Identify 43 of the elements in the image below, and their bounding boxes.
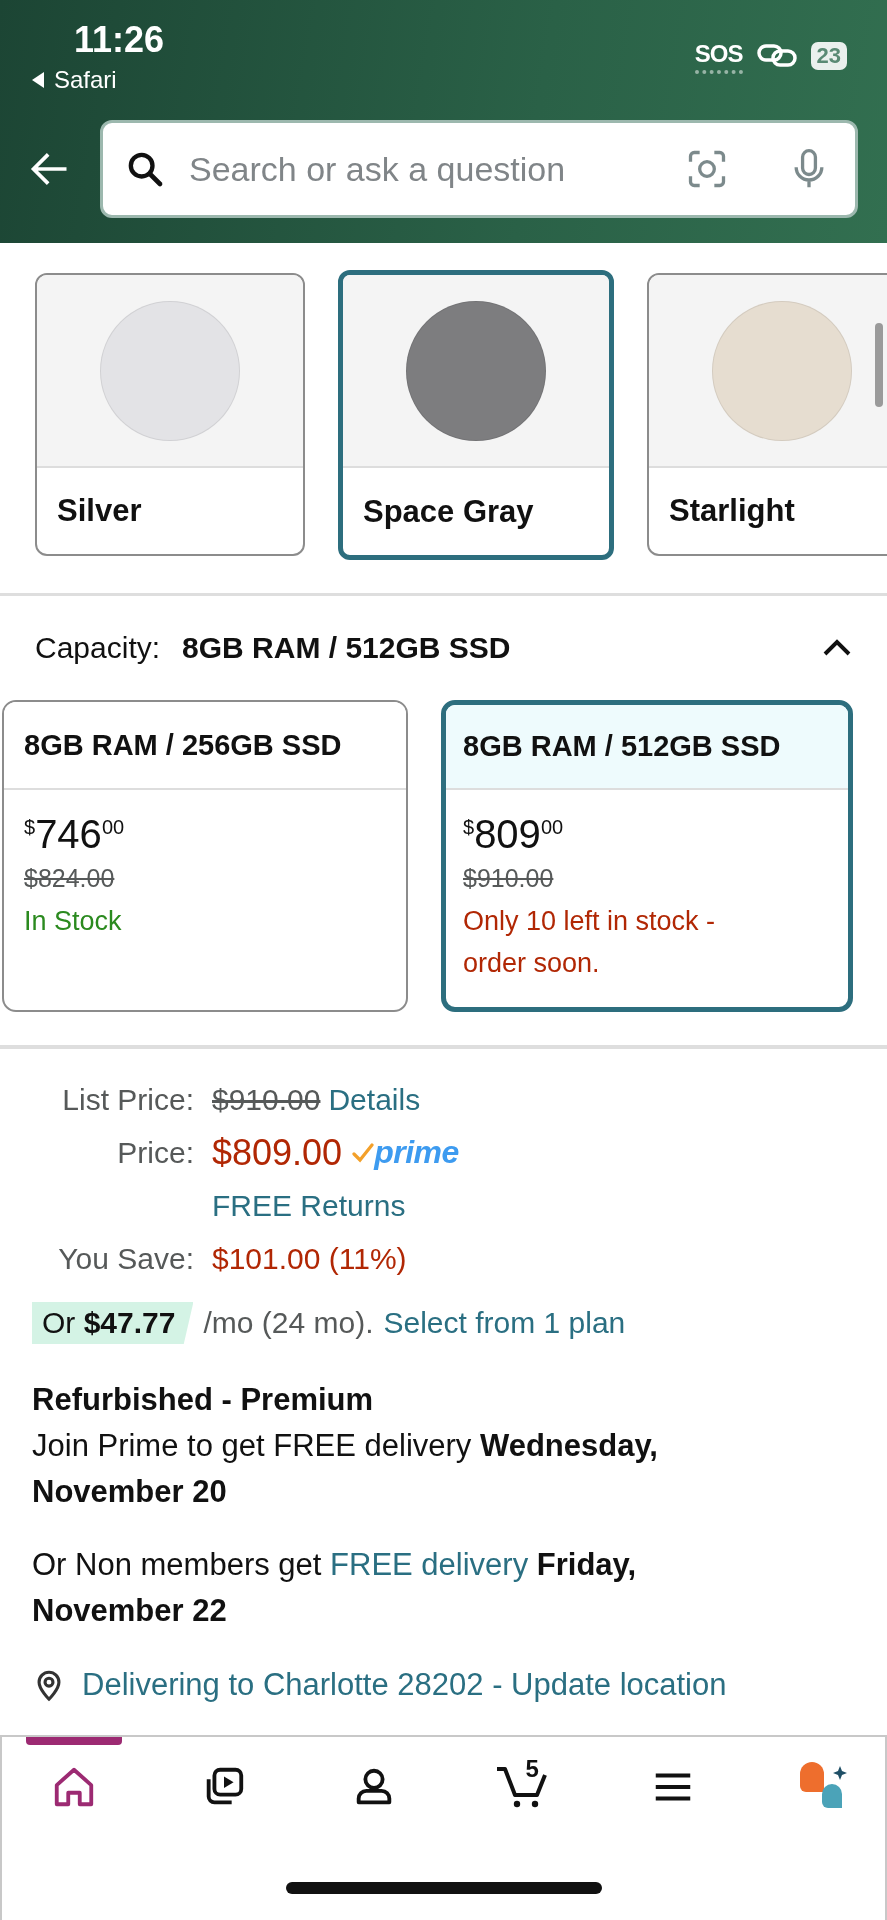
currency-symbol: $: [463, 816, 475, 838]
free-returns-link[interactable]: FREE Returns: [212, 1188, 406, 1223]
installment-terms: /mo (24 mo).: [203, 1306, 374, 1340]
condition-title: Refurbished - Premium: [32, 1381, 375, 1419]
color-option[interactable]: Starlight: [647, 273, 887, 556]
free-delivery-link[interactable]: FREE delivery: [330, 1547, 529, 1582]
battery-level: 23: [810, 42, 847, 70]
price-label: Price:: [116, 1135, 195, 1170]
availability-text: Only 10 left in stock - order soon.: [463, 905, 717, 980]
carrier-status: SOS: [694, 40, 743, 74]
price-cents: 00: [540, 816, 564, 838]
currency-symbol: $: [24, 816, 36, 838]
option-title: 8GB RAM / 256GB SSD: [4, 702, 406, 790]
search-bar[interactable]: Search or ask a question: [100, 120, 858, 218]
capacity-value: 8GB RAM / 512GB SSD: [182, 631, 512, 665]
option-title: 8GB RAM / 512GB SSD: [446, 705, 848, 790]
back-app-link[interactable]: Safari: [54, 62, 117, 98]
details-link[interactable]: Details: [328, 1082, 421, 1117]
select-plan-link[interactable]: Select from 1 plan: [383, 1306, 626, 1340]
check-icon: [352, 1140, 375, 1165]
availability-text: In Stock: [24, 905, 123, 938]
option-price: 746: [35, 812, 102, 856]
list-price-label: List Price:: [61, 1082, 195, 1117]
list-price: $824.00: [24, 864, 115, 892]
option-price: 809: [474, 812, 541, 856]
nonmember-delivery-text: Or Non members get FREE delivery Friday, November 22: [32, 1546, 638, 1630]
savings-value: $101.00 (11%): [212, 1241, 407, 1276]
capacity-label: Capacity:: [35, 631, 161, 665]
color-option[interactable]: Silver: [35, 273, 305, 556]
cart-count: 5: [525, 1755, 539, 1783]
price-cents: 00: [101, 816, 125, 838]
prime-delivery-text: Join Prime to get FREE delivery Wednesday, November 20: [32, 1427, 659, 1511]
list-price: $910.00: [212, 1082, 321, 1117]
delivery-location-link[interactable]: Delivering to Charlotte 28202 - Update location: [82, 1662, 727, 1708]
price-value: $809.00: [212, 1131, 343, 1174]
color-option[interactable]: Space Gray: [338, 270, 614, 560]
prime-label: prime: [374, 1134, 459, 1171]
status-time: 11:26: [74, 18, 165, 62]
list-price: $910.00: [463, 864, 554, 892]
cart-tab[interactable]: 5: [475, 1737, 572, 1837]
back-triangle-icon: [30, 71, 46, 89]
savings-label: You Save:: [57, 1241, 195, 1276]
installment-badge: Or $47.77: [32, 1302, 194, 1344]
